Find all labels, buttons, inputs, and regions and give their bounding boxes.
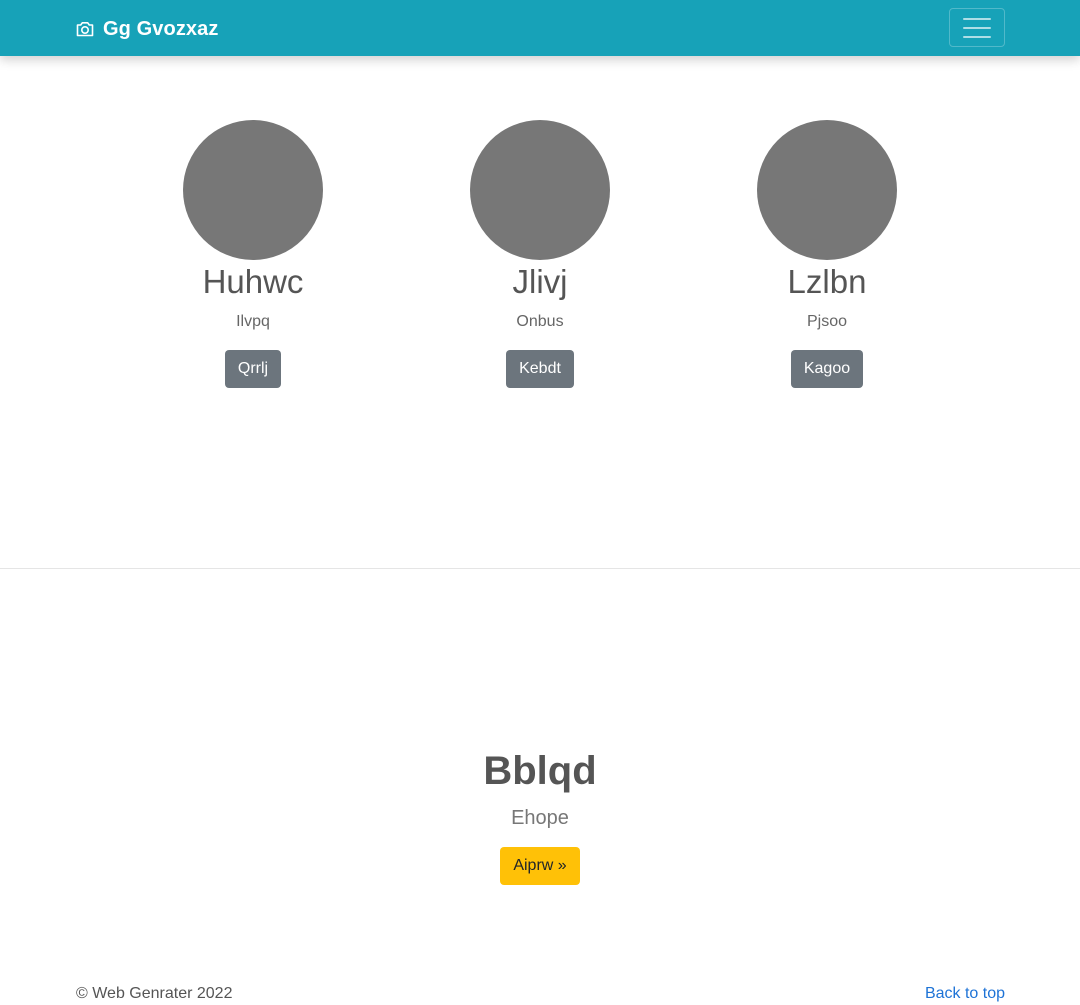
navbar-toggler-button[interactable] (949, 8, 1005, 47)
card-title: Lzlbn (787, 263, 867, 300)
card-title: Jlivj (512, 263, 568, 300)
brand-text: Gg Gvozxaz (103, 17, 219, 40)
avatar-placeholder (183, 120, 323, 260)
card-row: Huhwc Ilvpq Qrrlj Jlivj Onbus Kebdt Lzlb… (0, 120, 1080, 400)
camera-icon (75, 19, 95, 39)
hero-subtitle: Ehope (511, 807, 569, 829)
card-button[interactable]: Kagoo (790, 350, 864, 388)
back-to-top-link[interactable]: Back to top (925, 984, 1005, 1004)
card-huhwc: Huhwc Ilvpq Qrrlj (123, 120, 383, 388)
card-button[interactable]: Qrrlj (224, 350, 282, 388)
hamburger-menu-icon (963, 17, 991, 38)
navbar: Gg Gvozxaz (0, 0, 1080, 56)
card-title: Huhwc (202, 263, 304, 300)
card-lzlbn: Lzlbn Pjsoo Kagoo (697, 120, 957, 388)
card-subtitle: Onbus (516, 313, 564, 330)
brand-link[interactable]: Gg Gvozxaz (75, 17, 218, 41)
card-subtitle: Pjsoo (806, 313, 848, 330)
card-subtitle: Ilvpq (236, 313, 270, 330)
footer-copyright: © Web Genrater 2022 (76, 985, 233, 1002)
avatar-placeholder (470, 120, 610, 260)
hero-title: Bblqd (483, 749, 597, 793)
hero-button[interactable]: Aiprw » (500, 847, 580, 885)
card-button[interactable]: Kebdt (506, 350, 574, 388)
section-divider (0, 568, 1080, 569)
card-jlivj: Jlivj Onbus Kebdt (410, 120, 670, 388)
avatar-placeholder (757, 120, 897, 260)
